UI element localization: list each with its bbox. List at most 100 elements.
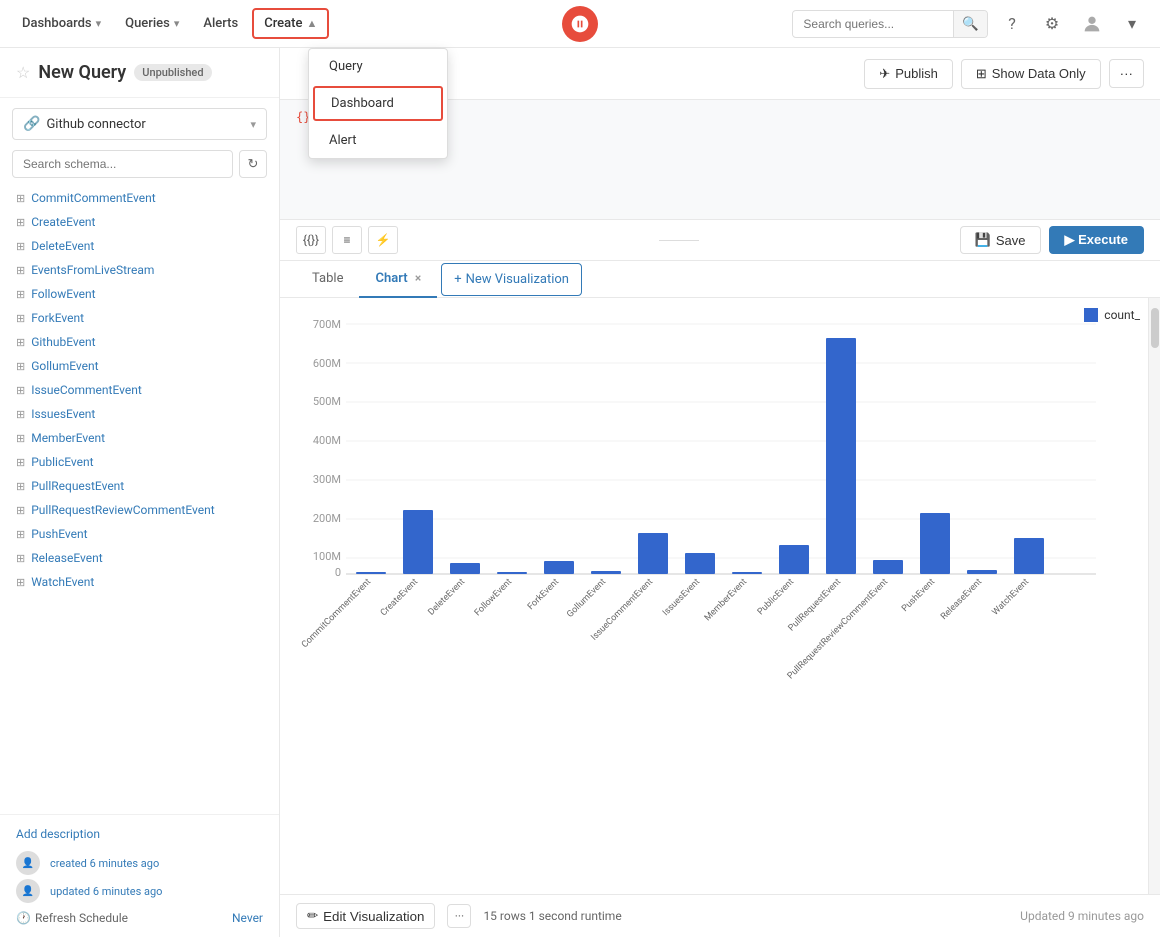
execute-button[interactable]: ▶ Execute — [1049, 226, 1144, 254]
chart-scrollbar[interactable] — [1148, 298, 1160, 894]
edit-visualization-button[interactable]: ✏ Edit Visualization — [296, 903, 435, 929]
bolt-icon-button[interactable]: ⚡ — [368, 226, 398, 254]
search-bar[interactable]: 🔍 — [792, 10, 988, 38]
connector-selector[interactable]: 🔗 Github connector ▾ — [12, 108, 267, 140]
connector-icon: 🔗 — [23, 116, 40, 132]
schema-item-deleteevent[interactable]: ⊞ DeleteEvent — [12, 234, 267, 258]
refresh-never[interactable]: Never — [232, 911, 263, 925]
schema-item-publicevent[interactable]: ⊞ PublicEvent — [12, 450, 267, 474]
updated-meta: 👤 updated 6 minutes ago — [16, 879, 263, 903]
svg-text:GollumEvent: GollumEvent — [565, 577, 608, 620]
table-icon: ⊞ — [16, 432, 25, 445]
table-icon: ⊞ — [16, 528, 25, 541]
legend-label: count_ — [1104, 308, 1140, 322]
status-more-button[interactable]: ··· — [447, 904, 471, 928]
nav-dashboards[interactable]: Dashboards ▾ — [12, 10, 111, 37]
schema-item-pushevent[interactable]: ⊞ PushEvent — [12, 522, 267, 546]
chart-container: count_ 700M 600M 500M 400M 300M 200M 100… — [280, 298, 1160, 894]
dropdown-item-alert[interactable]: Alert — [309, 123, 447, 158]
schema-search-input[interactable] — [12, 150, 233, 178]
table-icon: ⊞ — [16, 384, 25, 397]
user-avatar[interactable] — [1076, 8, 1108, 40]
svg-text:200M: 200M — [313, 512, 341, 525]
svg-text:ForkEvent: ForkEvent — [526, 577, 561, 612]
tab-chart-close[interactable]: × — [415, 271, 421, 285]
create-chevron-icon: ▲ — [306, 17, 317, 30]
connector-label: Github connector — [46, 117, 145, 132]
table-icon: ⊞ — [16, 288, 25, 301]
add-description-link[interactable]: Add description — [16, 827, 263, 841]
save-button[interactable]: 💾 Save — [960, 226, 1041, 254]
list-icon-button[interactable]: ≡ — [332, 226, 362, 254]
svg-text:FollowEvent: FollowEvent — [473, 577, 514, 618]
bar-chart-svg: 700M 600M 500M 400M 300M 200M 100M 0 — [296, 314, 1116, 604]
legend-color-swatch — [1084, 308, 1098, 322]
svg-text:700M: 700M — [313, 318, 341, 331]
schema-item-issuecommentevent[interactable]: ⊞ IssueCommentEvent — [12, 378, 267, 402]
refresh-schedule: 🕐 Refresh Schedule Never — [16, 911, 263, 925]
edit-icon: ✏ — [307, 908, 318, 924]
help-icon[interactable]: ? — [996, 8, 1028, 40]
nav-queries[interactable]: Queries ▾ — [115, 10, 189, 37]
schema-item-createevent[interactable]: ⊞ CreateEvent — [12, 210, 267, 234]
creator-avatar: 👤 — [16, 851, 40, 875]
dropdown-item-dashboard[interactable]: Dashboard — [313, 86, 443, 121]
schema-item-pullrequestcomment[interactable]: ⊞ PullRequestReviewCommentEvent — [12, 498, 267, 522]
query-header: ☆ New Query Unpublished — [0, 48, 279, 98]
nav-right: 🔍 ? ⚙ ▾ — [792, 8, 1148, 40]
queries-chevron-icon: ▾ — [174, 17, 180, 30]
svg-text:IssuesEvent: IssuesEvent — [661, 577, 702, 618]
schema-item-githubevent[interactable]: ⊞ GithubEvent — [12, 330, 267, 354]
table-icon: ⊞ — [16, 552, 25, 565]
dropdown-item-query[interactable]: Query — [309, 49, 447, 84]
table-icon: ⊞ — [16, 312, 25, 325]
table-icon: ⊞ — [16, 480, 25, 493]
schema-list: ⊞ CommitCommentEvent ⊞ CreateEvent ⊞ Del… — [0, 186, 279, 814]
table-icon: ⊞ — [16, 192, 25, 205]
schema-item-eventsfromlivestream[interactable]: ⊞ EventsFromLiveStream — [12, 258, 267, 282]
schema-item-gollumevent[interactable]: ⊞ GollumEvent — [12, 354, 267, 378]
main-layout: ☆ New Query Unpublished 🔗 Github connect… — [0, 48, 1160, 937]
table-icon: ⊞ — [16, 504, 25, 517]
drag-handle[interactable] — [659, 240, 699, 241]
schema-search: ↻ — [12, 150, 267, 178]
star-icon[interactable]: ☆ — [16, 63, 30, 82]
nav-alerts[interactable]: Alerts — [193, 10, 248, 37]
new-visualization-button[interactable]: + New Visualization — [441, 263, 582, 296]
schema-item-commitcommentevent[interactable]: ⊞ CommitCommentEvent — [12, 186, 267, 210]
publish-button[interactable]: ✈ Publish — [864, 59, 953, 89]
format-icon-button[interactable]: {{}} — [296, 226, 326, 254]
results-area: Table Chart × + New Visualization count_ — [280, 261, 1160, 937]
schema-item-issuesevent[interactable]: ⊞ IssuesEvent — [12, 402, 267, 426]
svg-text:DeleteEvent: DeleteEvent — [427, 577, 468, 618]
svg-text:PullRequestReviewCommentEvent: PullRequestReviewCommentEvent — [786, 577, 890, 681]
schema-item-forkevent[interactable]: ⊞ ForkEvent — [12, 306, 267, 330]
svg-text:ReleaseEvent: ReleaseEvent — [939, 577, 984, 622]
more-options-button[interactable]: ··· — [1109, 59, 1144, 88]
create-dropdown: Query Dashboard Alert — [308, 48, 448, 159]
more-chevron-icon[interactable]: ▾ — [1116, 8, 1148, 40]
content-area: ✈ Publish ⊞ Show Data Only ··· {} by Typ… — [280, 48, 1160, 937]
schema-item-releaseevent[interactable]: ⊞ ReleaseEvent — [12, 546, 267, 570]
sidebar-footer: Add description 👤 created 6 minutes ago … — [0, 814, 279, 937]
tab-chart[interactable]: Chart × — [359, 261, 437, 298]
schema-item-watchevent[interactable]: ⊞ WatchEvent — [12, 570, 267, 594]
chart-scrollbar-thumb[interactable] — [1151, 308, 1159, 348]
schema-item-memberevent[interactable]: ⊞ MemberEvent — [12, 426, 267, 450]
svg-text:500M: 500M — [313, 395, 341, 408]
editor-icons: {{}} ≡ ⚡ — [296, 226, 398, 254]
search-input[interactable] — [793, 12, 953, 36]
dashboards-chevron-icon: ▾ — [96, 17, 102, 30]
show-data-button[interactable]: ⊞ Show Data Only — [961, 59, 1101, 89]
nav-create[interactable]: Create ▲ — [252, 8, 329, 39]
tab-table[interactable]: Table — [296, 261, 359, 298]
settings-icon[interactable]: ⚙ — [1036, 8, 1068, 40]
status-bar: ✏ Edit Visualization ··· 15 rows 1 secon… — [280, 894, 1160, 937]
clock-icon: 🕐 — [16, 911, 31, 925]
search-button[interactable]: 🔍 — [953, 11, 987, 37]
connector-chevron-icon: ▾ — [250, 118, 256, 131]
schema-item-pullrequestevent[interactable]: ⊞ PullRequestEvent — [12, 474, 267, 498]
schema-item-followevent[interactable]: ⊞ FollowEvent — [12, 282, 267, 306]
svg-text:PushEvent: PushEvent — [900, 577, 937, 614]
schema-refresh-button[interactable]: ↻ — [239, 150, 267, 178]
